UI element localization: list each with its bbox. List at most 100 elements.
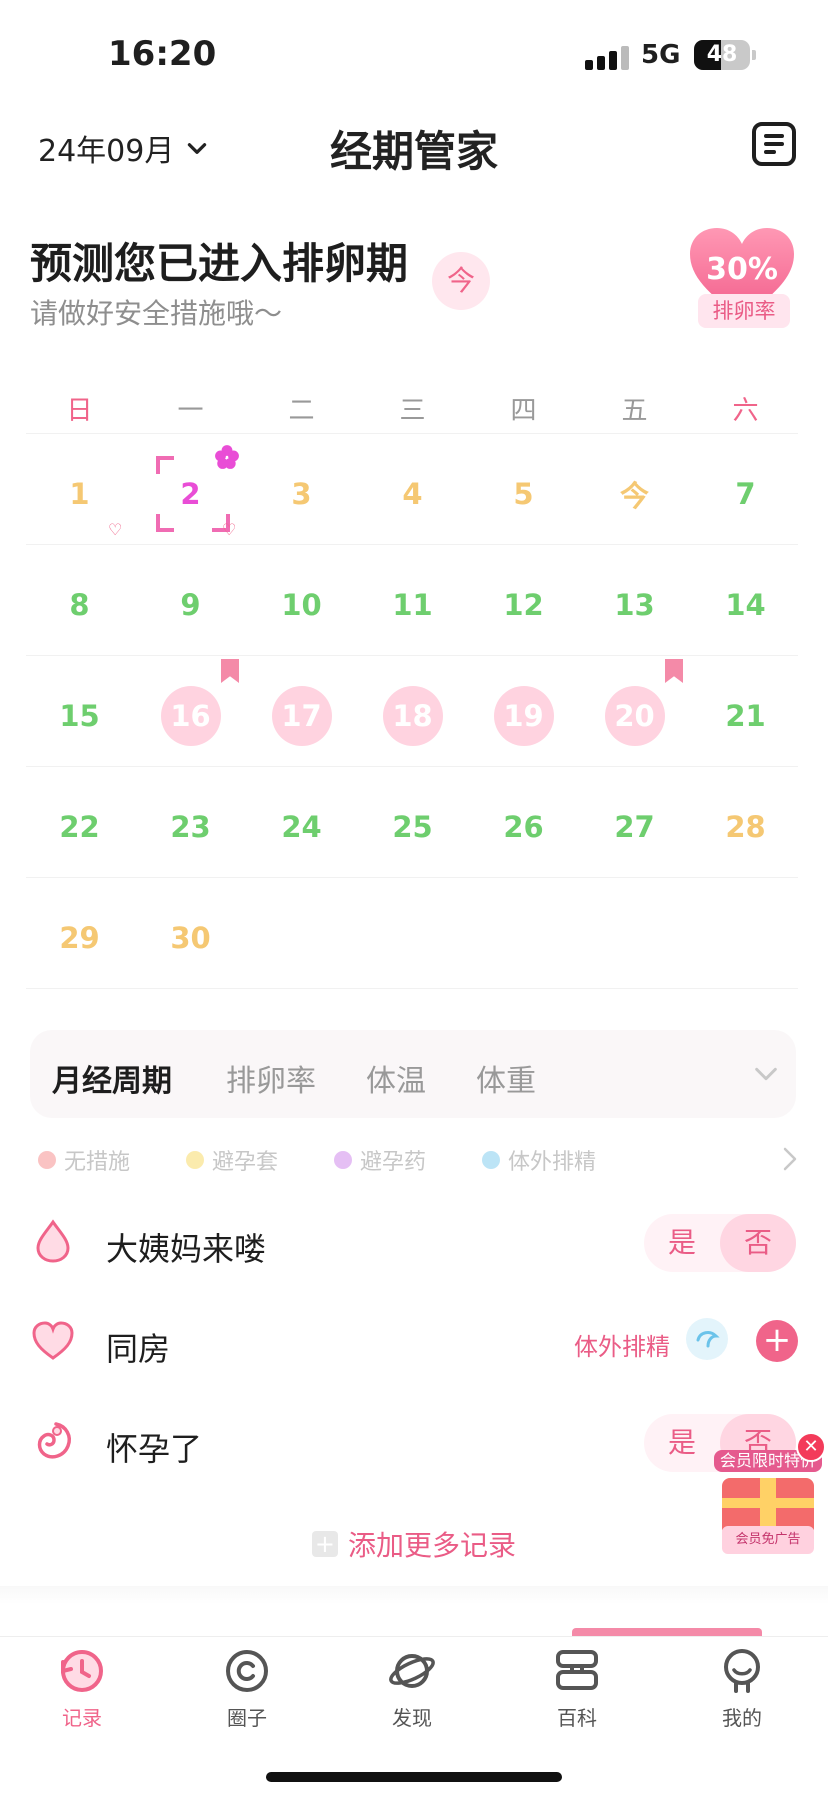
calendar-day[interactable]: 23 — [135, 771, 246, 882]
notes-icon[interactable] — [752, 122, 796, 166]
legend-label: 体外排精 — [508, 1150, 597, 1175]
battery-level: 48 — [706, 42, 738, 67]
add-sex-record-button[interactable]: + — [756, 1320, 798, 1362]
calendar-day[interactable]: 21 — [690, 660, 801, 771]
selection-corner — [156, 456, 174, 474]
calendar-day[interactable]: 24 — [246, 771, 357, 882]
no-button[interactable]: 否 — [720, 1214, 796, 1272]
calendar-day[interactable]: 28 — [690, 771, 801, 882]
weekday-tue: 二 — [288, 396, 315, 426]
legend-item: 体外排精 — [482, 1144, 596, 1176]
plus-icon: + — [311, 1531, 338, 1557]
calendar-day[interactable]: 29 — [24, 882, 135, 993]
calendar-day[interactable]: 7 — [690, 438, 801, 549]
calendar-day[interactable]: 11 — [357, 549, 468, 660]
weekday-thu: 四 — [510, 396, 537, 426]
fertile-day-circle: 19 — [493, 685, 554, 746]
calendar-day[interactable]: 26 — [468, 771, 579, 882]
record-pregnant-label: 怀孕了 — [106, 1430, 203, 1468]
nav-encyclopedia[interactable]: 百科 — [527, 1646, 627, 1731]
prediction-title: 预测您已进入排卵期 — [30, 239, 409, 288]
flower-icon — [215, 445, 239, 469]
prediction-subtitle: 请做好安全措施哦～ — [30, 297, 283, 330]
calendar-day[interactable]: 8 — [24, 549, 135, 660]
calendar-day[interactable]: 25 — [357, 771, 468, 882]
calendar-day[interactable]: 15 — [24, 660, 135, 771]
legend-item: 避孕套 — [186, 1144, 278, 1176]
network-type: 5G — [641, 40, 681, 70]
calendar-day[interactable]: 12 — [468, 549, 579, 660]
calendar-day[interactable]: 5 — [468, 438, 579, 549]
section-separator — [0, 1586, 828, 1604]
heart-icon — [32, 1321, 74, 1360]
nav-circle[interactable]: 圈子 — [197, 1646, 297, 1731]
add-more-records-button[interactable]: + 添加更多记录 — [0, 1524, 828, 1564]
ovulation-rate-value: 30% — [706, 252, 778, 287]
droplet-icon — [36, 1219, 70, 1263]
record-sex-value: 体外排精 — [574, 1333, 670, 1361]
weekday-wed: 三 — [399, 396, 426, 426]
circle-icon — [226, 1650, 268, 1692]
add-more-label: 添加更多记录 — [347, 1529, 516, 1562]
status-time: 16:20 — [108, 34, 217, 74]
calendar-day[interactable]: 27 — [579, 771, 690, 882]
record-period-label: 大姨妈来喽 — [106, 1230, 267, 1268]
yes-button[interactable]: 是 — [644, 1214, 720, 1272]
nav-record[interactable]: 记录 — [32, 1646, 132, 1731]
legend-dot — [38, 1151, 56, 1169]
calendar-day-fertile[interactable]: 19 — [468, 660, 579, 771]
calendar-day[interactable]: 14 — [690, 549, 801, 660]
legend-label: 避孕套 — [212, 1150, 279, 1175]
nav-mine[interactable]: 我的 — [692, 1646, 792, 1731]
tab-temperature[interactable]: 体温 — [366, 1056, 426, 1100]
chevron-down-icon[interactable] — [752, 1060, 780, 1088]
weekday-mon: 一 — [177, 396, 204, 426]
yes-button[interactable]: 是 — [644, 1414, 720, 1472]
calendar-day[interactable]: 4 — [357, 438, 468, 549]
weekday-sat: 六 — [732, 396, 759, 426]
calendar-day-today[interactable]: 今 — [579, 438, 690, 549]
legend-dot — [482, 1151, 500, 1169]
divider — [26, 433, 798, 434]
legend-label: 无措施 — [64, 1150, 131, 1175]
love-heart-icon: ♡ — [222, 520, 237, 539]
withdrawal-icon — [686, 1318, 728, 1360]
record-sex-label: 同房 — [106, 1330, 171, 1368]
jump-to-today-button[interactable]: 今 — [432, 252, 490, 310]
nav-label: 百科 — [557, 1706, 597, 1730]
clock-history-icon — [61, 1650, 103, 1692]
fetus-icon — [37, 1422, 71, 1459]
fertile-day-circle: 18 — [382, 685, 443, 746]
nav-label: 圈子 — [227, 1706, 267, 1730]
fertile-day-circle: 20 — [604, 685, 665, 746]
legend-dot — [334, 1151, 352, 1169]
tab-menstrual-cycle[interactable]: 月经周期 — [52, 1056, 172, 1100]
calendar-day-fertile[interactable]: 18 — [357, 660, 468, 771]
chevron-right-icon[interactable] — [780, 1146, 800, 1172]
legend-item: 无措施 — [38, 1144, 130, 1176]
calendar-day[interactable]: 3 — [246, 438, 357, 549]
calendar-day[interactable]: 13 — [579, 549, 690, 660]
tab-weight[interactable]: 体重 — [476, 1056, 536, 1100]
calendar-day[interactable]: 10 — [246, 549, 357, 660]
signal-icon — [585, 44, 629, 70]
weekday-sun: 日 — [66, 396, 93, 426]
home-indicator — [266, 1772, 562, 1782]
fertile-day-circle: 16 — [160, 685, 221, 746]
weekday-fri: 五 — [621, 396, 648, 426]
battery-cap — [752, 50, 756, 60]
planet-icon — [389, 1654, 435, 1688]
legend-dot — [186, 1151, 204, 1169]
legend-label: 避孕药 — [360, 1150, 427, 1175]
nav-discover[interactable]: 发现 — [362, 1646, 462, 1731]
calendar-day[interactable]: 30 — [135, 882, 246, 993]
next-card-peek — [572, 1628, 762, 1636]
calendar-day[interactable]: 9 — [135, 549, 246, 660]
calendar-day-fertile[interactable]: 17 — [246, 660, 357, 771]
nav-label: 发现 — [392, 1706, 432, 1730]
encyclopedia-icon — [556, 1650, 598, 1690]
tab-ovulation-rate[interactable]: 排卵率 — [226, 1056, 316, 1100]
calendar-day[interactable]: 22 — [24, 771, 135, 882]
close-icon[interactable]: ✕ — [796, 1432, 826, 1462]
selection-corner — [156, 514, 174, 532]
